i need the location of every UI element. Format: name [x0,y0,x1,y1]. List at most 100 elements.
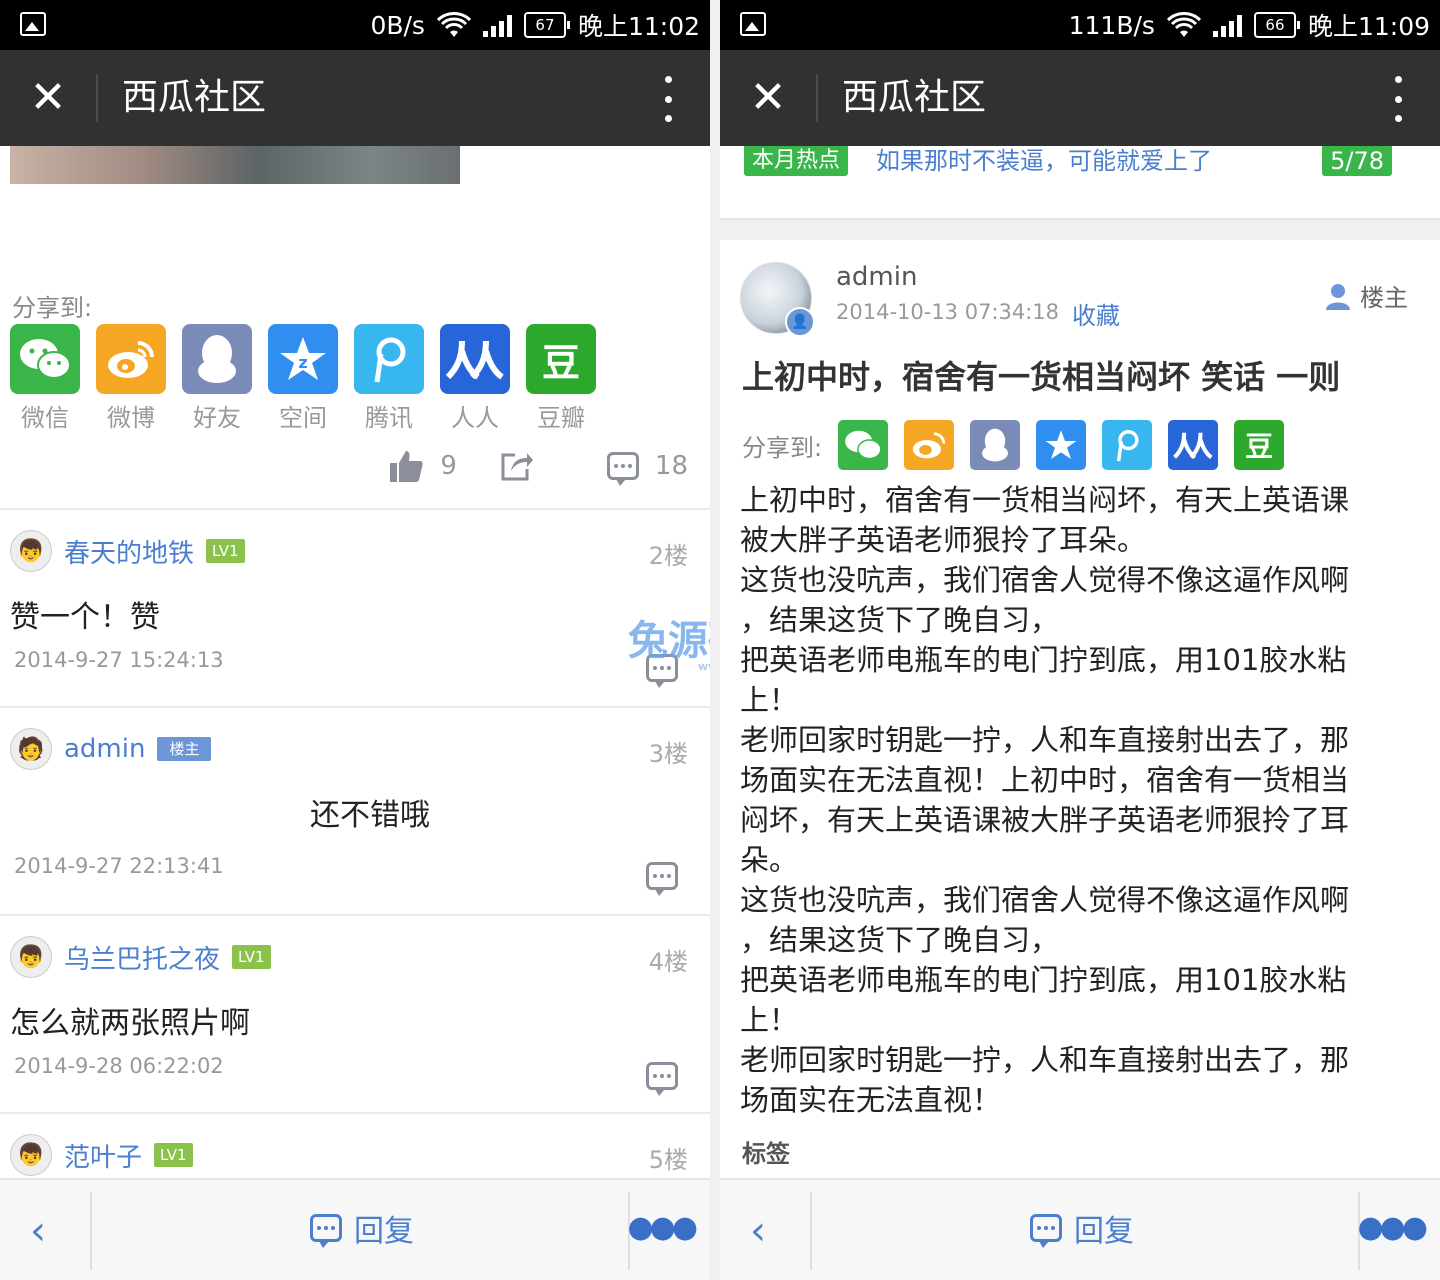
back-icon[interactable]: ‹ [30,1208,46,1254]
reply-button[interactable]: 回复 [1030,1206,1134,1250]
post-date: 2014-10-13 07:34:18 [836,300,1060,324]
wechat-icon[interactable] [838,420,889,470]
share-douban[interactable]: 豆 豆瓣 [526,324,596,433]
comment-item: 👦 范叶子 LV1 5楼 [0,1112,710,1178]
status-bar: 0B/s 67 晚上11:02 [0,0,710,50]
comment-username[interactable]: 春天的地铁 [64,533,194,570]
floor-number: 4楼 [648,948,688,976]
clock: 晚上11:09 [1307,12,1430,41]
share-bar: 微信 微博 好友 z 空间 腾讯 人人 豆 豆瓣 [10,324,596,433]
level-badge: LV1 [206,539,245,563]
post-author-avatar[interactable]: 👤 [740,262,815,337]
clock: 晚上11:02 [577,12,700,41]
reply-icon [310,1214,342,1248]
more-menu-icon[interactable] [1392,76,1404,122]
hot-tag: 本月热点 [744,146,849,176]
level-badge: LV1 [154,1143,193,1167]
floor-number: 5楼 [648,1146,688,1174]
comment-time: 2014-9-27 22:13:41 [14,854,224,878]
divider [816,74,818,122]
post-image[interactable] [10,146,460,184]
comment-item: 👦 春天的地铁 LV1 2楼 赞一个！赞 2014-9-27 15:24:13 [0,508,710,706]
share-bar: 分享到: 豆 [742,420,1285,470]
qq-icon[interactable] [970,420,1021,470]
share-wechat[interactable]: 微信 [10,324,80,433]
bottom-bar: ‹ 回复 ●●● [720,1178,1440,1280]
hot-counter: 5/78 [1322,146,1392,176]
post-title: 上初中时，宿舍有一货相当闷坏 笑话 一则 [742,358,1341,396]
more-options-icon[interactable]: ●●● [627,1210,698,1245]
battery-icon: 67 [523,12,570,38]
avatar[interactable]: 👦 [10,936,52,978]
signal-icon [1212,13,1242,37]
divider [90,1192,92,1270]
right-screen: 111B/s 66 晚上11:09 ✕ 西瓜社区 本月热点 如果那时不装逼，可能… [720,0,1440,1280]
comment-text: 赞一个！赞 [10,600,160,635]
avatar[interactable]: 🧑 [10,728,52,770]
tencent-weibo-icon [354,324,424,394]
share-renren[interactable]: 人人 [440,324,510,433]
owner-badge: 楼主 [157,737,212,761]
divider [96,74,98,122]
share-weibo[interactable]: 微博 [96,324,166,433]
comment-count: 18 [654,451,688,481]
back-icon[interactable]: ‹ [750,1208,766,1254]
signal-icon [482,13,512,37]
title-bar: ✕ 西瓜社区 [0,50,710,146]
share-icon[interactable] [499,449,535,483]
qq-icon [182,324,252,394]
like-count: 9 [440,451,457,481]
post-author[interactable]: admin [836,262,917,292]
avatar[interactable]: 👦 [10,1134,52,1176]
douban-icon[interactable]: 豆 [1234,420,1285,470]
reply-icon[interactable] [646,1062,678,1096]
owner-label: 楼主 [1324,278,1408,313]
reply-icon [1030,1214,1062,1248]
panel-gap [710,0,720,1280]
weibo-icon[interactable] [904,420,955,470]
post-stats: 9 18 [388,448,688,486]
user-icon: 👤 [785,307,815,337]
comment-item: 🧑 admin 楼主 3楼 还不错哦 2014-9-27 22:13:41 [0,706,710,914]
comment-username[interactable]: 范叶子 [64,1137,142,1174]
comment-item: 👦 乌兰巴托之夜 LV1 4楼 怎么就两张照片啊 2014-9-28 06:22… [0,914,710,1112]
more-options-icon[interactable]: ●●● [1357,1210,1428,1245]
reply-icon[interactable] [646,862,678,896]
comment-icon[interactable] [606,452,639,486]
network-speed: 111B/s [1068,10,1155,40]
tencent-weibo-icon[interactable] [1102,420,1153,470]
gallery-icon [20,12,46,36]
wifi-icon [436,12,471,37]
comment-username[interactable]: admin [64,734,145,764]
watermark-logo: 兔源码 www.tuyuanma.com [628,618,710,673]
close-icon[interactable]: ✕ [28,76,68,120]
hot-topic-bar[interactable]: 本月热点 如果那时不装逼，可能就爱上了 5/78 [720,146,1440,220]
battery-icon: 66 [1253,12,1300,38]
section-gap [720,220,1440,240]
person-icon [1326,283,1350,310]
share-label: 分享到: [742,433,823,462]
divider [810,1192,812,1270]
bottom-bar: ‹ 回复 ●●● [0,1178,710,1280]
avatar[interactable]: 👦 [10,530,52,572]
qzone-icon[interactable] [1036,420,1087,470]
share-qq-friend[interactable]: 好友 [182,324,252,433]
share-qzone[interactable]: z 空间 [268,324,338,433]
comment-username[interactable]: 乌兰巴托之夜 [64,939,220,976]
status-bar: 111B/s 66 晚上11:09 [720,0,1440,50]
more-menu-icon[interactable] [662,76,674,122]
thumbs-up-icon[interactable] [388,448,424,484]
svg-text:z: z [298,353,307,372]
hot-title[interactable]: 如果那时不装逼，可能就爱上了 [876,146,1212,176]
close-icon[interactable]: ✕ [748,76,788,120]
left-content: 分享到: 微信 微博 好友 z 空间 腾讯 人人 豆 豆瓣 9 18 👦 春天的… [0,146,710,1178]
favorite-button[interactable]: 收藏 [1072,296,1120,331]
page-title: 西瓜社区 [122,77,267,118]
floor-number: 3楼 [648,740,688,768]
renren-icon[interactable] [1168,420,1219,470]
page-title: 西瓜社区 [842,77,987,118]
weibo-icon [96,324,166,394]
share-tencent-weibo[interactable]: 腾讯 [354,324,424,433]
level-badge: LV1 [232,945,271,969]
reply-button[interactable]: 回复 [310,1206,414,1250]
